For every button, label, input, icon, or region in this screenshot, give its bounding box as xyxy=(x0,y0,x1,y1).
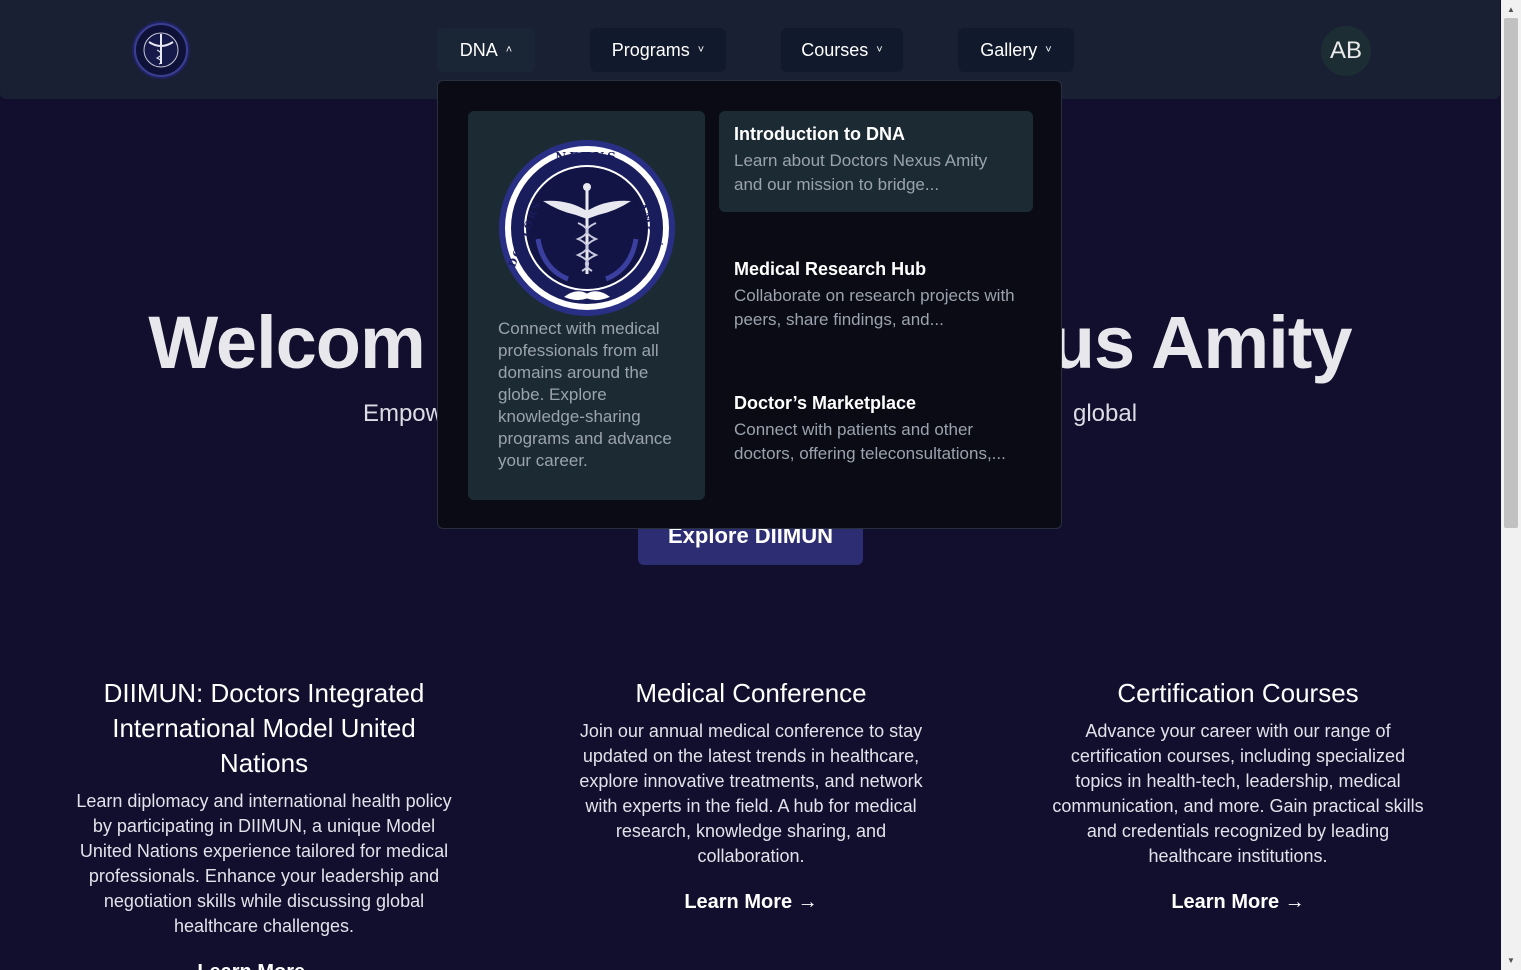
user-avatar[interactable]: AB xyxy=(1321,26,1371,76)
hero-subtitle-left: Empow xyxy=(362,400,443,427)
dropdown-item-marketplace[interactable]: Doctor’s Marketplace Connect with patien… xyxy=(719,380,1033,481)
learn-more-link[interactable]: Learn More → xyxy=(197,961,330,970)
logo-icon[interactable] xyxy=(131,20,191,80)
feature-certification-courses: Certification Courses Advance your caree… xyxy=(1048,676,1428,914)
dropdown-card-description: Connect with medical professionals from … xyxy=(498,319,672,470)
chevron-down-icon: ˅ xyxy=(876,44,883,56)
dropdown-item-title: Doctor’s Marketplace xyxy=(734,393,917,413)
hero-title-right: us Amity xyxy=(1049,301,1353,384)
dna-dropdown-menu: NEXUS DOCTORS AMITY Connect with medical… xyxy=(437,80,1062,529)
nav-gallery-button[interactable]: Gallery ˅ xyxy=(958,28,1074,72)
scroll-down-arrow-icon[interactable]: ▼ xyxy=(1501,952,1521,968)
feature-description: Join our annual medical conference to st… xyxy=(579,721,923,866)
nav-programs-label: Programs xyxy=(611,39,690,60)
nav-gallery-label: Gallery xyxy=(980,39,1038,60)
nav-courses-label: Courses xyxy=(801,39,869,60)
emblem-text-top: NEXUS xyxy=(555,150,619,164)
dropdown-item-desc: Collaborate on research projects with pe… xyxy=(734,286,1015,329)
chevron-up-icon: ˄ xyxy=(505,44,513,56)
feature-description: Advance your career with our range of ce… xyxy=(1052,721,1424,866)
feature-medical-conference: Medical Conference Join our annual medic… xyxy=(562,676,940,914)
nav-programs-button[interactable]: Programs ˅ xyxy=(590,28,726,72)
learn-more-link[interactable]: Learn More → xyxy=(1171,891,1304,914)
dropdown-item-title: Medical Research Hub xyxy=(734,259,927,279)
dropdown-item-introduction[interactable]: Introduction to DNA Learn about Doctors … xyxy=(719,111,1033,212)
chevron-down-icon: ˅ xyxy=(1045,44,1052,56)
dropdown-feature-card[interactable]: NEXUS DOCTORS AMITY Connect with medical… xyxy=(468,111,705,500)
scroll-up-arrow-icon[interactable]: ▲ xyxy=(1501,1,1521,17)
nav-dna-label: DNA xyxy=(459,39,498,60)
feature-title: DIIMUN: Doctors Integrated International… xyxy=(103,678,425,778)
feature-title: Medical Conference xyxy=(635,678,867,708)
hero-title-left: Welcom xyxy=(148,301,425,384)
dropdown-item-desc: Connect with patients and other doctors,… xyxy=(734,420,1006,463)
nav-dna-button[interactable]: DNA ˄ xyxy=(437,28,535,72)
feature-diimun: DIIMUN: Doctors Integrated International… xyxy=(75,676,453,970)
page-scrollbar[interactable]: ▲ ▼ xyxy=(1501,0,1521,970)
chevron-down-icon: ˅ xyxy=(697,44,705,56)
learn-more-link[interactable]: Learn More → xyxy=(684,891,817,914)
dropdown-item-research-hub[interactable]: Medical Research Hub Collaborate on rese… xyxy=(719,246,1033,347)
scrollbar-thumb[interactable] xyxy=(1504,18,1518,528)
nav-courses-button[interactable]: Courses ˅ xyxy=(781,28,903,72)
feature-title: Certification Courses xyxy=(1117,678,1359,708)
dropdown-item-title: Introduction to DNA xyxy=(734,124,905,144)
emblem-icon: NEXUS DOCTORS AMITY xyxy=(499,140,675,316)
dropdown-item-desc: Learn about Doctors Nexus Amity and our … xyxy=(734,151,988,194)
hero-subtitle-right: global xyxy=(1072,400,1138,427)
feature-description: Learn diplomacy and international health… xyxy=(76,791,452,936)
